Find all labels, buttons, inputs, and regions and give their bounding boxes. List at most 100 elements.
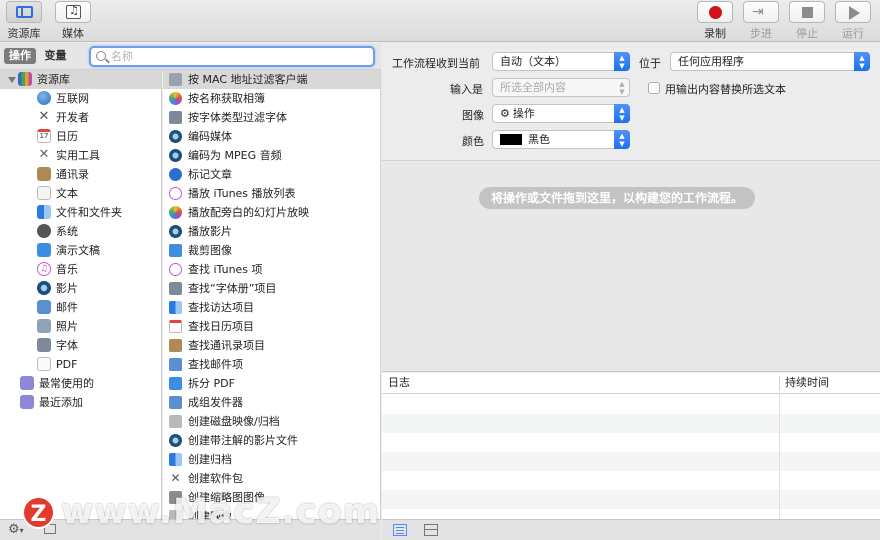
media-button[interactable]: 媒体 [53, 1, 93, 40]
tab-actions[interactable]: 操作 [4, 48, 36, 64]
contacts-icon [169, 338, 182, 352]
image-popup[interactable]: ⚙ 操作 ▲ ▼ [492, 104, 630, 123]
list-item[interactable]: 查找“字体册”项目 [163, 279, 380, 298]
list-item[interactable]: 拆分 PDF [163, 374, 380, 393]
chevron-updown-icon: ▲ ▼ [614, 130, 630, 149]
category-text[interactable]: 文本 [37, 184, 78, 203]
color-popup[interactable]: 黑色 ▲ ▼ [492, 130, 630, 149]
chevron-updown-icon: ▲ ▼ [614, 104, 630, 123]
list-item[interactable]: 标记文章 [163, 165, 380, 184]
category-movies[interactable]: 影片 [37, 279, 78, 298]
photos-icon [169, 205, 182, 219]
list-item[interactable]: 按名称获取相簿 [163, 89, 380, 108]
quicktime-icon [169, 129, 182, 143]
list-item[interactable]: 查找通讯录项目 [163, 336, 380, 355]
list-item[interactable]: 查找 iTunes 项 [163, 260, 380, 279]
list-item[interactable]: 创建归档 [163, 450, 380, 469]
list-item[interactable]: 查找邮件项 [163, 355, 380, 374]
disclosure-triangle-icon[interactable] [8, 77, 16, 83]
list-view-icon[interactable] [393, 524, 407, 536]
photos-icon [37, 319, 51, 333]
application-popup[interactable]: 任何应用程序 ▲ ▼ [670, 52, 870, 71]
log-bottom-bar [382, 519, 880, 540]
category-presentations[interactable]: 演示文稿 [37, 241, 100, 260]
category-library-root[interactable]: 资源库 [0, 70, 161, 89]
font-book-icon [169, 281, 182, 295]
gear-icon: ⚙ [8, 522, 20, 537]
category-recently-added[interactable]: 最近添加 [20, 393, 83, 412]
input-is-popup[interactable]: 所选全部内容 ▲ ▼ [492, 78, 630, 97]
library-icon [18, 72, 32, 86]
step-button[interactable]: ⇥ 步进 [741, 1, 781, 40]
media-label: 媒体 [62, 27, 84, 40]
pdf-icon [37, 357, 51, 371]
category-label: 资源库 [37, 73, 70, 86]
category-mail[interactable]: 邮件 [37, 298, 78, 317]
library-icon [16, 6, 33, 18]
stop-label: 停止 [796, 27, 818, 40]
text-document-icon [37, 186, 51, 200]
input-type-popup[interactable]: 自动（文本） ▲ ▼ [492, 52, 630, 71]
quicktime-icon [169, 148, 182, 162]
category-photos[interactable]: 照片 [37, 317, 78, 336]
list-item[interactable]: 查找访达项目 [163, 298, 380, 317]
system-icon [37, 224, 51, 238]
category-utilities[interactable]: ✕ 实用工具 [37, 146, 100, 165]
disk-utility-icon [169, 414, 182, 428]
list-item[interactable]: 查找日历项目 [163, 317, 380, 336]
watermark: Zwww.MacZ.com [22, 492, 380, 536]
list-item[interactable]: 按 MAC 地址过滤客户端 [163, 70, 380, 89]
list-item[interactable]: 创建带注解的影片文件 [163, 431, 380, 450]
color-swatch [500, 133, 522, 145]
search-field[interactable] [89, 46, 375, 67]
list-item[interactable]: 编码为 MPEG 音频 [163, 146, 380, 165]
calendar-icon [169, 319, 182, 333]
library-header: 操作 变量 [0, 43, 381, 70]
step-label: 步进 [750, 27, 772, 40]
tab-variables[interactable]: 变量 [40, 48, 72, 64]
category-internet[interactable]: 互联网 [37, 89, 89, 108]
list-item[interactable]: 播放 iTunes 播放列表 [163, 184, 380, 203]
music-icon: ♫ [37, 262, 51, 276]
list-item[interactable]: 成组发件器 [163, 393, 380, 412]
quicktime-icon [169, 433, 182, 447]
library-button[interactable]: 资源库 [4, 1, 44, 40]
library-segmented-control: 操作 变量 [4, 48, 72, 64]
list-item[interactable]: ✕ 创建软件包 [163, 469, 380, 488]
category-system[interactable]: 系统 [37, 222, 78, 241]
tools-icon: ✕ [170, 470, 181, 485]
table-row [382, 414, 880, 433]
chevron-updown-icon: ▲ ▼ [614, 52, 630, 71]
list-item[interactable]: 播放影片 [163, 222, 380, 241]
workflow-canvas[interactable]: 将操作或文件拖到这里，以构建您的工作流程。 [382, 162, 880, 372]
stop-button[interactable]: 停止 [787, 1, 827, 40]
replace-selection-checkbox[interactable] [648, 82, 660, 94]
run-button[interactable]: 运行 [833, 1, 873, 40]
tools-icon: ✕ [38, 109, 50, 124]
action-list: 按 MAC 地址过滤客户端 按名称获取相簿 按字体类型过滤字体 编码媒体 编码为… [163, 70, 381, 519]
category-developer[interactable]: ✕ 开发者 [37, 108, 89, 127]
column-header-duration[interactable]: 持续时间 [785, 373, 829, 393]
table-row [382, 452, 880, 471]
category-files-folders[interactable]: 文件和文件夹 [37, 203, 122, 222]
list-item[interactable]: 播放配旁白的幻灯片放映 [163, 203, 380, 222]
record-button[interactable]: 录制 [695, 1, 735, 40]
step-icon: ⇥ [752, 4, 764, 20]
table-row [382, 490, 880, 509]
category-most-used[interactable]: 最常使用的 [20, 374, 94, 393]
category-contacts[interactable]: 通讯录 [37, 165, 89, 184]
photos-icon [169, 91, 182, 105]
category-music[interactable]: ♫ 音乐 [37, 260, 78, 279]
category-pdf[interactable]: PDF [37, 355, 77, 374]
list-item[interactable]: 裁剪图像 [163, 241, 380, 260]
list-item[interactable]: 创建磁盘映像/归档 [163, 412, 380, 431]
search-input[interactable] [111, 49, 361, 64]
list-item[interactable]: 按字体类型过滤字体 [163, 108, 380, 127]
list-item[interactable]: 编码媒体 [163, 127, 380, 146]
column-header-log[interactable]: 日志 [388, 373, 410, 393]
mail-icon [37, 300, 51, 314]
quicktime-icon [37, 281, 51, 295]
category-calendar[interactable]: 17 日历 [37, 127, 78, 146]
split-view-icon[interactable] [424, 524, 438, 536]
category-fonts[interactable]: 字体 [37, 336, 78, 355]
